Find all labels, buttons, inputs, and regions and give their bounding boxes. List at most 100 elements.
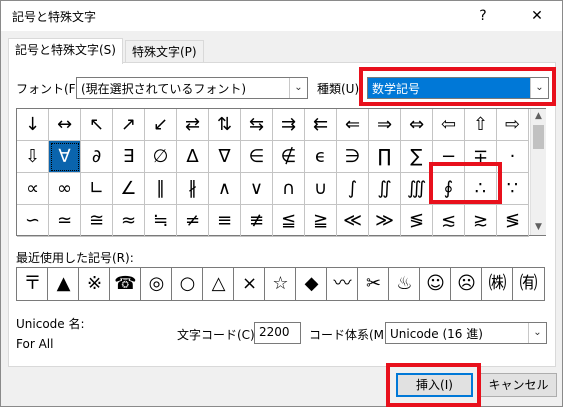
symbol-cell[interactable]: ⇇ xyxy=(305,109,337,141)
symbol-cell[interactable]: ≠ xyxy=(177,205,209,237)
symbol-cell[interactable]: ≪ xyxy=(337,205,369,237)
symbol-cell[interactable]: ⇧ xyxy=(465,109,497,141)
tab-symbols[interactable]: 記号と特殊文字(S) xyxy=(8,38,123,64)
symbol-cell[interactable]: ⇅ xyxy=(209,109,241,141)
symbol-grid[interactable]: ↓ ↔ ↖ ↗ ↙ ⇄ ⇅ ⇆ ⇉ ⇇ ⇐ ⇒ ⇔ ⇦ ⇧ ⇨ ⇩ ∀ ∂ ∃ ∅ ∆ ∇ ∈ ∉ ϵ ∋ ∏ ∑ − ∓ · ∝ ∞ ∟ ∠ ∥ ∦ ∧ ∨… xyxy=(16,108,546,237)
recent-symbol-cell[interactable]: 〰 xyxy=(326,267,359,301)
symbol-cell[interactable]: ∨ xyxy=(241,173,273,205)
font-select[interactable]: (現在選択されているフォント) ⌄ xyxy=(76,77,308,99)
symbol-cell[interactable]: ⇨ xyxy=(497,109,529,141)
symbol-cell[interactable]: ≶ xyxy=(497,205,529,237)
chevron-down-icon[interactable]: ⌄ xyxy=(530,78,548,98)
symbol-cell[interactable]: ≢ xyxy=(241,205,273,237)
scroll-down-icon[interactable]: ▼ xyxy=(531,220,546,235)
recent-symbol-cell[interactable]: ☺ xyxy=(419,267,452,301)
recent-symbol-cell[interactable]: ㈲ xyxy=(512,267,545,301)
recent-symbol-cell[interactable]: ◆ xyxy=(295,267,328,301)
symbol-cell[interactable]: ∅ xyxy=(145,141,177,173)
symbol-cell[interactable]: ∴ xyxy=(465,173,497,205)
symbol-cell[interactable]: ϵ xyxy=(305,141,337,173)
symbol-cell[interactable]: ∪ xyxy=(305,173,337,205)
symbol-cell[interactable]: ↙ xyxy=(145,109,177,141)
symbol-cell[interactable]: ∏ xyxy=(369,141,401,173)
symbol-cell[interactable]: ∠ xyxy=(113,173,145,205)
symbol-cell[interactable]: ⇒ xyxy=(369,109,401,141)
symbol-cell[interactable]: ∩ xyxy=(273,173,305,205)
recent-symbol-cell[interactable]: △ xyxy=(202,267,235,301)
symbol-cell[interactable]: ∋ xyxy=(337,141,369,173)
recent-symbol-cell[interactable]: × xyxy=(233,267,266,301)
symbol-cell[interactable]: ⇐ xyxy=(337,109,369,141)
recent-symbol-cell[interactable]: ✂ xyxy=(357,267,390,301)
symbol-cell[interactable]: ∑ xyxy=(401,141,433,173)
symbol-cell[interactable]: ≈ xyxy=(113,205,145,237)
symbol-cell[interactable]: ∀ xyxy=(49,141,81,173)
recent-symbol-cell[interactable]: ◎ xyxy=(140,267,173,301)
symbol-cell[interactable]: ∫ xyxy=(337,173,369,205)
recent-symbol-cell[interactable]: ㈱ xyxy=(481,267,514,301)
symbol-cell[interactable]: ∞ xyxy=(49,173,81,205)
recent-symbol-cell[interactable]: ♨ xyxy=(388,267,421,301)
symbol-cell[interactable]: ∵ xyxy=(497,173,529,205)
symbol-cell[interactable]: − xyxy=(433,141,465,173)
recent-symbol-cell[interactable]: ☹ xyxy=(450,267,483,301)
symbol-cell[interactable]: ⇄ xyxy=(177,109,209,141)
symbol-cell[interactable]: ≡ xyxy=(209,205,241,237)
symbol-cell[interactable]: ∬ xyxy=(369,173,401,205)
symbol-cell[interactable]: ↓ xyxy=(17,109,49,141)
symbol-cell[interactable]: ≃ xyxy=(49,205,81,237)
symbol-cell[interactable]: ∉ xyxy=(273,141,305,173)
symbol-cell[interactable]: ≦ xyxy=(273,205,305,237)
symbol-cell[interactable]: ∓ xyxy=(465,141,497,173)
symbol-cell[interactable]: ∭ xyxy=(401,173,433,205)
help-button[interactable]: ? xyxy=(460,1,506,31)
subset-select[interactable]: 数学記号 ⌄ xyxy=(367,77,549,99)
symbol-cell[interactable]: ≫ xyxy=(369,205,401,237)
cancel-button[interactable]: キャンセル xyxy=(480,373,557,397)
symbol-cell[interactable]: ≶ xyxy=(401,205,433,237)
recent-symbol-cell[interactable]: 〒 xyxy=(16,267,49,301)
symbol-cell[interactable]: ∦ xyxy=(177,173,209,205)
symbol-cell[interactable]: ≲ xyxy=(433,205,465,237)
symbol-cell[interactable]: ⇉ xyxy=(273,109,305,141)
symbol-cell[interactable]: · xyxy=(497,141,529,173)
symbol-cell[interactable]: ∃ xyxy=(113,141,145,173)
code-system-value: Unicode (16 進) xyxy=(390,327,483,341)
symbol-cell[interactable]: ≧ xyxy=(305,205,337,237)
symbol-cell[interactable]: ≅ xyxy=(81,205,113,237)
scroll-up-icon[interactable]: ▲ xyxy=(531,109,546,124)
symbol-cell[interactable]: ∧ xyxy=(209,173,241,205)
symbol-cell[interactable]: ↔ xyxy=(49,109,81,141)
symbol-cell[interactable]: ⇆ xyxy=(241,109,273,141)
char-code-input[interactable]: 2200 xyxy=(254,322,301,344)
symbol-cell[interactable]: ∝ xyxy=(17,173,49,205)
symbol-cell[interactable]: ∽ xyxy=(17,205,49,237)
recent-symbol-cell[interactable]: ▲ xyxy=(47,267,80,301)
symbol-cell[interactable]: ≒ xyxy=(145,205,177,237)
symbol-cell[interactable]: ↗ xyxy=(113,109,145,141)
symbol-cell[interactable]: ∇ xyxy=(209,141,241,173)
insert-button[interactable]: 挿入(I) xyxy=(396,373,473,397)
close-button[interactable]: ✕ xyxy=(514,1,560,31)
symbol-cell[interactable]: ∥ xyxy=(145,173,177,205)
symbol-cell[interactable]: ⇦ xyxy=(433,109,465,141)
symbol-cell[interactable]: ↖ xyxy=(81,109,113,141)
symbol-cell[interactable]: ⇔ xyxy=(401,109,433,141)
symbol-cell[interactable]: ∆ xyxy=(177,141,209,173)
symbol-cell[interactable]: ∮ xyxy=(433,173,465,205)
chevron-down-icon[interactable]: ⌄ xyxy=(528,323,546,343)
symbol-cell[interactable]: ⇩ xyxy=(17,141,49,173)
symbol-cell[interactable]: ∂ xyxy=(81,141,113,173)
symbol-cell[interactable]: ∟ xyxy=(81,173,113,205)
code-system-select[interactable]: Unicode (16 進) ⌄ xyxy=(385,322,547,344)
recent-symbol-cell[interactable]: ☎ xyxy=(109,267,142,301)
recent-symbol-cell[interactable]: ☆ xyxy=(264,267,297,301)
chevron-down-icon[interactable]: ⌄ xyxy=(289,78,307,98)
recent-symbol-cell[interactable]: ○ xyxy=(171,267,204,301)
tab-special-characters[interactable]: 特殊文字(P) xyxy=(125,40,204,63)
symbol-grid-scrollbar[interactable]: ▲ ▼ xyxy=(530,109,546,235)
scroll-thumb[interactable] xyxy=(533,125,544,149)
symbol-cell[interactable]: ∈ xyxy=(241,141,273,173)
symbol-cell[interactable]: ≳ xyxy=(465,205,497,237)
recent-symbol-cell[interactable]: ※ xyxy=(78,267,111,301)
